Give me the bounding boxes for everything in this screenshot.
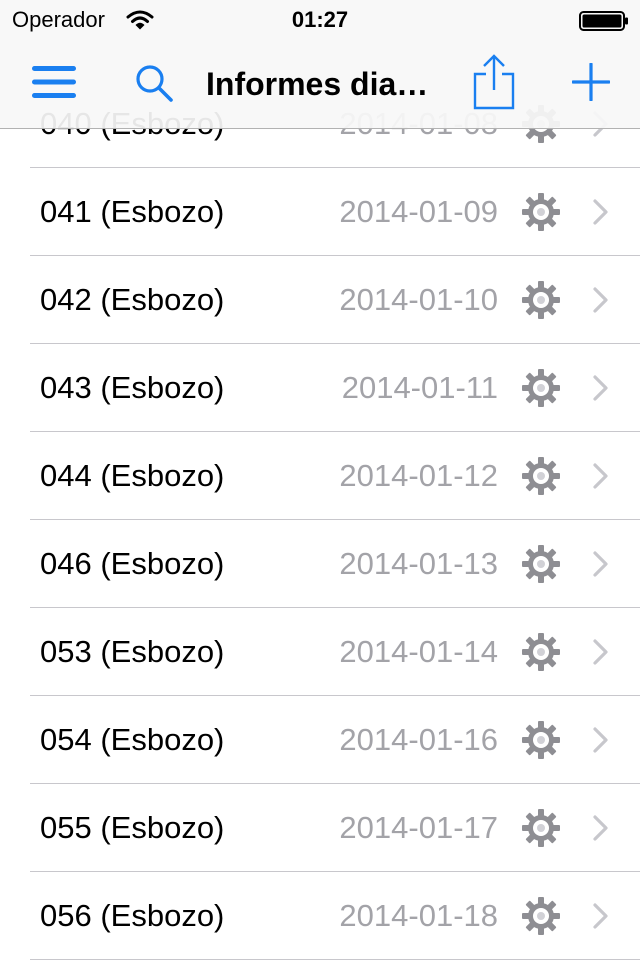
report-date: 2014-01-11 [341,370,498,405]
gear-icon[interactable] [521,368,561,408]
report-row[interactable]: 043 (Esbozo) 2014-01-11 [0,344,640,432]
report-row[interactable]: 046 (Esbozo) 2014-01-13 [0,520,640,608]
chevron-right-icon [592,463,610,489]
chevron-right-icon [592,639,610,665]
gear-icon[interactable] [521,456,561,496]
chevron-right-icon [592,815,610,841]
report-title: 046 (Esbozo) [40,546,225,581]
gear-icon[interactable] [521,192,561,232]
report-row[interactable]: 044 (Esbozo) 2014-01-12 [0,432,640,520]
report-date: 2014-01-10 [339,282,498,317]
gear-icon[interactable] [521,544,561,584]
reports-list: 040 (Esbozo)2014-01-08041 (Esbozo)2014-0… [0,80,640,960]
battery-icon [579,11,628,31]
report-row[interactable]: 054 (Esbozo) 2014-01-16 [0,696,640,784]
report-title: 042 (Esbozo) [40,282,225,317]
chevron-right-icon [592,375,610,401]
share-icon[interactable] [473,54,515,110]
report-date: 2014-01-17 [339,810,498,845]
chevron-right-icon [592,551,610,577]
report-title: 056 (Esbozo) [40,898,225,933]
report-date: 2014-01-18 [339,898,498,933]
report-row[interactable]: 053 (Esbozo) 2014-01-14 [0,608,640,696]
report-title: 043 (Esbozo) [40,370,225,405]
menu-icon[interactable] [32,66,76,98]
report-row[interactable]: 055 (Esbozo) 2014-01-17 [0,784,640,872]
chevron-right-icon [592,287,610,313]
report-title: 044 (Esbozo) [40,458,225,493]
report-row[interactable]: 041 (Esbozo) 2014-01-09 [0,168,640,256]
status-time: 01:27 [291,7,349,32]
gear-icon[interactable] [521,280,561,320]
page-title: Informes dia… [206,66,429,102]
report-row[interactable]: 056 (Esbozo) 2014-01-18 [0,872,640,960]
report-title: 055 (Esbozo) [40,810,225,845]
report-title: 041 (Esbozo) [40,194,225,229]
report-title: 054 (Esbozo) [40,722,225,757]
report-date: 2014-01-12 [339,458,498,493]
chevron-right-icon [592,903,610,929]
report-date: 2014-01-09 [339,194,498,229]
gear-icon[interactable] [521,808,561,848]
report-row[interactable]: 042 (Esbozo) 2014-01-10 [0,256,640,344]
chevron-right-icon [592,199,610,225]
add-icon[interactable] [572,63,610,101]
report-date: 2014-01-14 [339,634,498,669]
gear-icon[interactable] [521,896,561,936]
gear-icon[interactable] [521,720,561,760]
report-date: 2014-01-13 [339,546,498,581]
search-icon[interactable] [134,63,174,103]
report-title: 053 (Esbozo) [40,634,225,669]
header: Operador 01:27 Informes dia… [0,0,640,129]
gear-icon[interactable] [521,632,561,672]
chevron-right-icon [592,727,610,753]
report-date: 2014-01-16 [339,722,498,757]
